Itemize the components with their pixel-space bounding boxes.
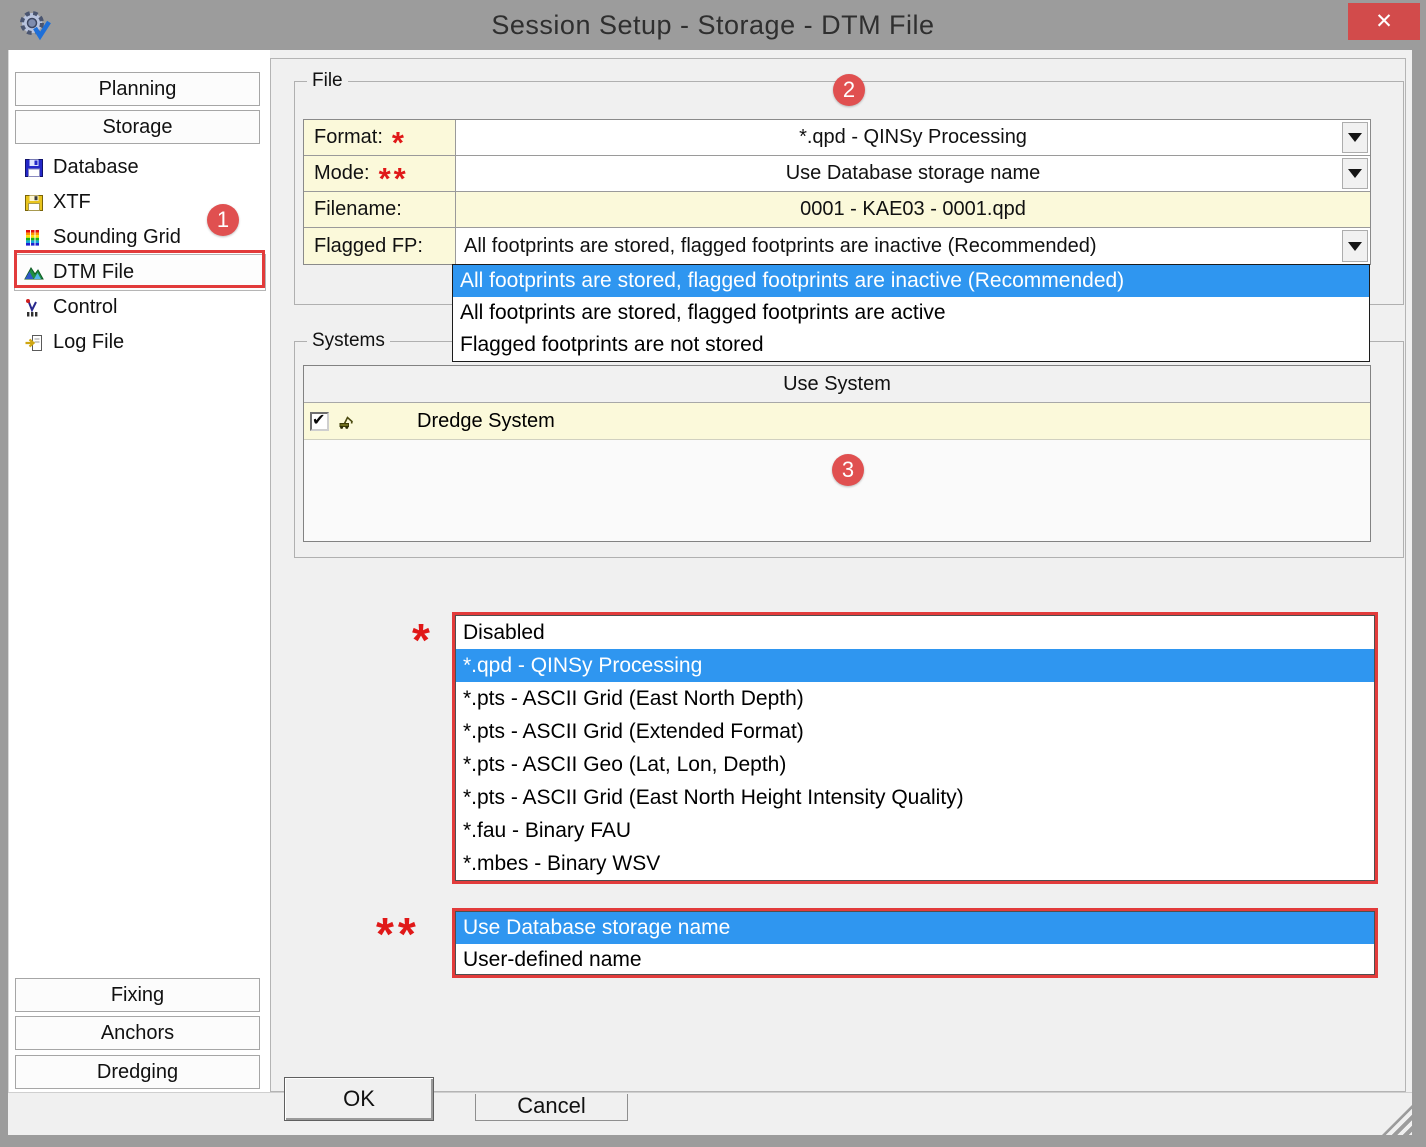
- mode-label: Mode: **: [304, 156, 456, 191]
- format-options-list: Disabled *.qpd - QINSy Processing *.pts …: [455, 615, 1375, 881]
- required-marker: **: [379, 161, 409, 197]
- database-floppy-blue-icon: [24, 158, 44, 178]
- chevron-down-icon[interactable]: [1342, 230, 1368, 262]
- ok-button[interactable]: OK: [284, 1077, 434, 1121]
- sidebar-item-label: Database: [53, 156, 139, 179]
- filename-value: 0001 - KAE03 - 0001.qpd: [800, 198, 1026, 221]
- mode-combo[interactable]: Use Database storage name: [456, 156, 1370, 191]
- checkbox-checked-icon[interactable]: [310, 412, 329, 431]
- filename-field: 0001 - KAE03 - 0001.qpd: [456, 192, 1370, 227]
- list-option[interactable]: *.fau - Binary FAU: [456, 814, 1374, 847]
- systems-table: Use System Dredge System: [303, 365, 1371, 542]
- sidebar-item-label: DTM File: [53, 261, 134, 284]
- color-grid-icon: [24, 228, 44, 248]
- dredge-system-label: Dredge System: [417, 410, 555, 433]
- annotation-box-mode-options: Use Database storage name User-defined n…: [452, 908, 1378, 978]
- systems-group: Systems Use System: [294, 341, 1404, 558]
- section-label: Dredging: [97, 1061, 178, 1084]
- titlebar[interactable]: Session Setup - Storage - DTM File ✕: [0, 0, 1426, 50]
- close-button[interactable]: ✕: [1348, 3, 1420, 40]
- flagged-fp-row: Flagged FP: All footprints are stored, f…: [304, 228, 1370, 264]
- dredge-system-icon: [338, 413, 355, 430]
- systems-group-title: Systems: [307, 330, 390, 352]
- mode-row: Mode: ** Use Database storage name: [304, 156, 1370, 192]
- dialog-button-bar: [8, 1092, 1412, 1135]
- sidebar-item-label: Control: [53, 296, 117, 319]
- floppy-yellow-icon: [24, 193, 44, 213]
- sidebar-section-planning[interactable]: Planning: [15, 72, 260, 106]
- annotation-circle-3: 3: [832, 454, 864, 486]
- sidebar-item-log-file[interactable]: Log File: [15, 325, 265, 360]
- dropdown-option[interactable]: All footprints are stored, flagged footp…: [453, 297, 1369, 329]
- list-option[interactable]: *.pts - ASCII Grid (Extended Format): [456, 715, 1374, 748]
- dropdown-option[interactable]: All footprints are stored, flagged footp…: [453, 265, 1369, 297]
- cancel-button[interactable]: Cancel: [475, 1094, 628, 1121]
- annotation-circle-1: 1: [207, 204, 239, 236]
- sidebar-section-storage[interactable]: Storage: [15, 110, 260, 144]
- file-group-title: File: [307, 70, 348, 92]
- sidebar-section-anchors[interactable]: Anchors: [15, 1016, 260, 1050]
- annotation-box-format-options: Disabled *.qpd - QINSy Processing *.pts …: [452, 612, 1378, 884]
- dredge-system-row[interactable]: Dredge System: [304, 403, 1370, 440]
- dtm-mountain-icon: [24, 263, 44, 283]
- list-option[interactable]: *.pts - ASCII Grid (East North Height In…: [456, 781, 1374, 814]
- required-marker: *: [392, 125, 407, 161]
- list-option[interactable]: *.pts - ASCII Geo (Lat, Lon, Depth): [456, 748, 1374, 781]
- section-label: Fixing: [111, 984, 164, 1007]
- sidebar-item-label: XTF: [53, 191, 91, 214]
- file-settings-table: Format: * *.qpd - QINSy Processing Mode:…: [303, 119, 1371, 265]
- format-combo[interactable]: *.qpd - QINSy Processing: [456, 120, 1370, 155]
- sidebar-item-control[interactable]: Control: [15, 290, 265, 325]
- filename-label: Filename:: [304, 192, 456, 227]
- mode-options-list: Use Database storage name User-defined n…: [455, 911, 1375, 975]
- dropdown-option[interactable]: Flagged footprints are not stored: [453, 329, 1369, 361]
- section-label: Planning: [99, 78, 177, 101]
- flagged-fp-combo[interactable]: All footprints are stored, flagged footp…: [456, 228, 1370, 264]
- format-label: Format: *: [304, 120, 456, 155]
- close-icon: ✕: [1375, 9, 1393, 34]
- annotation-circle-2: 2: [833, 74, 865, 106]
- sidebar-section-dredging[interactable]: Dredging: [15, 1055, 260, 1089]
- sidebar-section-fixing[interactable]: Fixing: [15, 978, 260, 1012]
- use-system-header: Use System: [304, 366, 1370, 403]
- session-setup-dialog: Session Setup - Storage - DTM File ✕ Pla…: [0, 0, 1426, 1147]
- section-label: Storage: [102, 116, 172, 139]
- list-option[interactable]: Use Database storage name: [456, 912, 1374, 944]
- list-option[interactable]: User-defined name: [456, 944, 1374, 975]
- list-option[interactable]: *.mbes - Binary WSV: [456, 847, 1374, 880]
- sidebar-item-label: Sounding Grid: [53, 226, 181, 249]
- sidebar-item-database[interactable]: Database: [15, 150, 265, 185]
- format-row: Format: * *.qpd - QINSy Processing: [304, 120, 1370, 156]
- sidebar-item-dtm-file[interactable]: DTM File: [15, 255, 265, 290]
- section-label: Anchors: [101, 1022, 174, 1045]
- filename-row: Filename: 0001 - KAE03 - 0001.qpd: [304, 192, 1370, 228]
- single-asterisk-marker: *: [412, 620, 434, 660]
- sidebar-item-label: Log File: [53, 331, 124, 354]
- chevron-down-icon[interactable]: [1342, 122, 1368, 153]
- window-title: Session Setup - Storage - DTM File: [0, 0, 1426, 50]
- double-asterisk-marker: **: [376, 914, 420, 954]
- flagged-fp-dropdown-list: All footprints are stored, flagged footp…: [452, 264, 1370, 362]
- control-plot-icon: [24, 298, 44, 318]
- list-option[interactable]: Disabled: [456, 616, 1374, 649]
- flagged-fp-label: Flagged FP:: [304, 228, 456, 264]
- log-page-icon: [24, 333, 44, 353]
- mode-value: Use Database storage name: [786, 162, 1041, 185]
- flagged-fp-value: All footprints are stored, flagged footp…: [464, 235, 1097, 258]
- chevron-down-icon[interactable]: [1342, 158, 1368, 189]
- list-option[interactable]: *.qpd - QINSy Processing: [456, 649, 1374, 682]
- dialog-client-area: Planning Storage Database: [8, 50, 1412, 1135]
- list-option[interactable]: *.pts - ASCII Grid (East North Depth): [456, 682, 1374, 715]
- format-value: *.qpd - QINSy Processing: [799, 126, 1027, 149]
